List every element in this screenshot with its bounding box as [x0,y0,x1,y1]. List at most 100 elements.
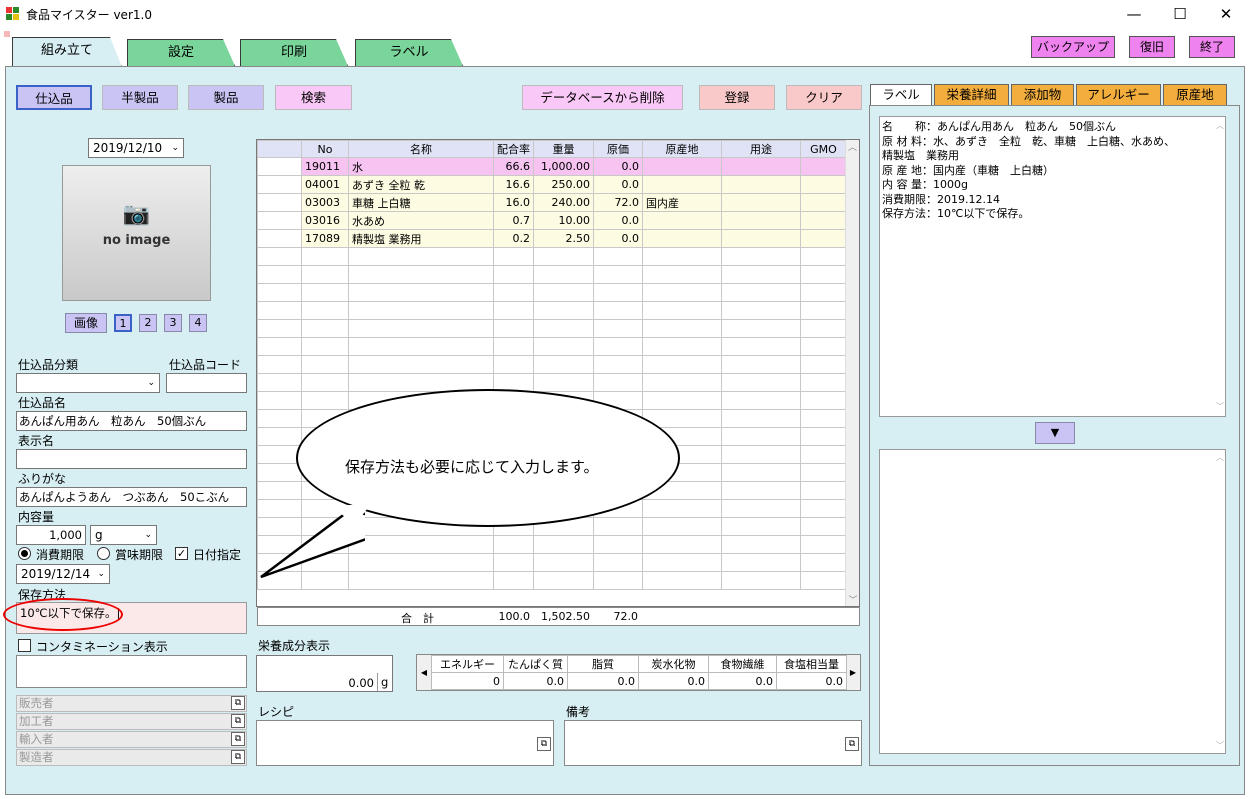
table-row[interactable] [257,283,847,302]
grid-scrollbar[interactable]: ︿ ﹀ [845,140,859,606]
grid-cell[interactable] [800,319,847,338]
chevron-left-icon[interactable]: ◀ [417,655,431,690]
table-row[interactable] [257,301,847,320]
grid-cell[interactable] [800,301,847,320]
grid-cell[interactable] [593,517,643,536]
grid-cell[interactable]: 17089 [301,229,349,248]
grid-cell[interactable] [493,553,534,572]
grid-cell[interactable]: 0.0 [593,157,643,176]
grid-cell[interactable] [593,337,643,356]
restore-button[interactable]: 復旧 [1129,36,1175,58]
image-button[interactable]: 画像 [65,313,107,333]
category-select[interactable]: ⌄ [16,373,160,393]
unit-select[interactable]: g ⌄ [90,525,157,545]
grid-cell[interactable] [301,319,349,338]
table-row[interactable] [257,355,847,374]
grid-cell[interactable] [301,355,349,374]
copy-icon[interactable]: ⧉ [231,696,245,710]
grid-cell[interactable] [593,355,643,374]
grid-cell[interactable]: 19011 [301,157,349,176]
rtab-nutrition[interactable]: 栄養詳細 [934,84,1009,105]
tab-settings[interactable]: 設定 [127,39,235,66]
grid-cell[interactable] [642,301,722,320]
grid-cell[interactable]: 精製塩 業務用 [348,229,494,248]
grid-cell[interactable] [721,517,801,536]
contamination-checkbox[interactable] [18,639,31,652]
grid-cell[interactable] [301,283,349,302]
grid-cell[interactable] [800,355,847,374]
processor-field[interactable]: 加工者 [16,713,247,730]
search-button[interactable]: 検索 [275,85,352,110]
grid-cell[interactable]: 車糖 上白糖 [348,193,494,212]
grid-cell[interactable] [800,499,847,518]
grid-cell[interactable] [348,283,494,302]
table-row[interactable]: 04001 あずき 全粒 乾 16.6 250.00 0.0 [257,175,847,194]
grid-cell[interactable] [721,553,801,572]
grid-cell[interactable] [642,553,722,572]
grid-cell[interactable] [642,373,722,392]
grid-cell[interactable] [721,481,801,500]
grid-cell[interactable]: 03003 [301,193,349,212]
grid-cell[interactable] [721,157,801,176]
grid-cell[interactable] [800,517,847,536]
code-input[interactable] [166,373,247,393]
grid-cell[interactable] [301,391,349,410]
grid-cell[interactable] [593,283,643,302]
grid-cell[interactable] [533,553,594,572]
grid-cell[interactable] [800,175,847,194]
grid-cell[interactable] [593,553,643,572]
table-row[interactable]: 03003 車糖 上白糖 16.0 240.00 72.0 国内産 [257,193,847,212]
grid-cell[interactable] [800,427,847,446]
grid-cell[interactable] [493,535,534,554]
register-button[interactable]: 登録 [699,85,775,110]
grid-cell[interactable] [721,427,801,446]
grid-cell[interactable] [301,265,349,284]
grid-cell[interactable] [642,517,722,536]
table-row[interactable] [257,319,847,338]
copy-icon[interactable]: ⧉ [537,737,551,751]
grid-cell[interactable] [348,265,494,284]
grid-cell[interactable] [348,535,494,554]
grid-cell[interactable] [721,319,801,338]
grid-cell[interactable] [800,265,847,284]
move-down-button[interactable]: ▼ [1035,422,1075,444]
copy-icon[interactable]: ⧉ [231,714,245,728]
nutrition-amount-box[interactable]: 0.00 g [256,655,393,692]
exit-button[interactable]: 終了 [1189,36,1235,58]
grid-cell[interactable] [642,337,722,356]
grid-cell[interactable] [800,391,847,410]
grid-cell[interactable] [493,247,534,266]
furigana-input[interactable]: あんぱんようあん つぶあん 50こぶん [16,487,247,507]
grid-cell[interactable] [721,571,801,590]
rtab-label[interactable]: ラベル [870,84,932,105]
grid-cell[interactable] [533,571,594,590]
grid-cell[interactable] [348,337,494,356]
grid-cell[interactable] [721,301,801,320]
grid-cell[interactable] [800,211,847,230]
grid-cell[interactable] [493,319,534,338]
grid-cell[interactable] [348,553,494,572]
grid-cell[interactable] [721,535,801,554]
copy-icon[interactable]: ⧉ [845,737,859,751]
grid-cell[interactable]: 2.50 [533,229,594,248]
grid-cell[interactable]: 水あめ [348,211,494,230]
grid-cell[interactable] [348,301,494,320]
date-checkbox[interactable]: ✓ [175,547,188,560]
grid-cell[interactable] [721,391,801,410]
grid-cell[interactable] [493,301,534,320]
table-row[interactable] [257,373,847,392]
grid-cell[interactable] [593,265,643,284]
rtab-additives[interactable]: 添加物 [1011,84,1074,105]
grid-cell[interactable] [721,337,801,356]
grid-cell[interactable] [721,283,801,302]
grid-cell[interactable] [533,247,594,266]
grid-cell[interactable]: 国内産 [642,193,722,212]
copy-icon[interactable]: ⧉ [231,750,245,764]
rtab-origin[interactable]: 原産地 [1163,84,1227,105]
image-page-1[interactable]: 1 [114,314,132,332]
grid-cell[interactable] [642,247,722,266]
maximize-button[interactable]: ☐ [1157,0,1203,28]
grid-cell[interactable]: 72.0 [593,193,643,212]
grid-cell[interactable] [721,211,801,230]
grid-cell[interactable]: 04001 [301,175,349,194]
